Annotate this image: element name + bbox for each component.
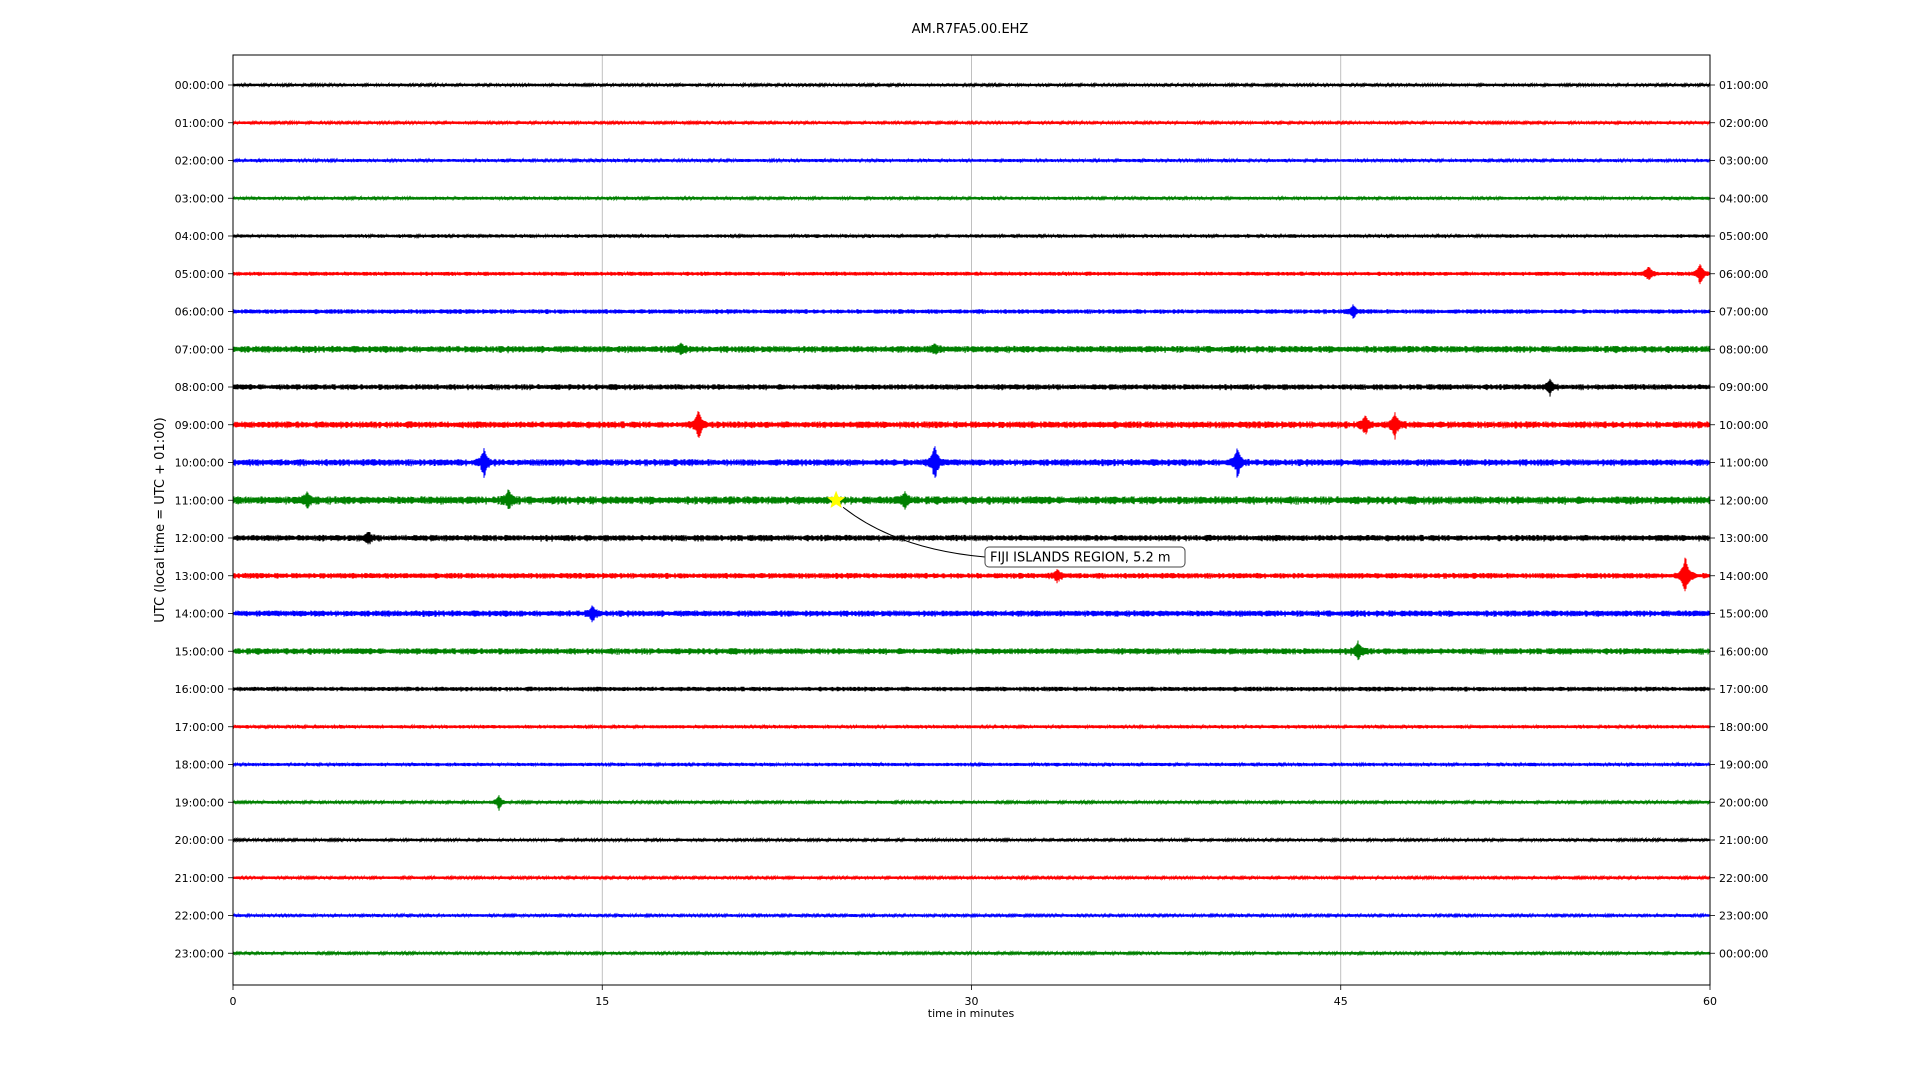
left-tick-label-6: 06:00:00 xyxy=(175,306,224,319)
right-tick-label-13: 14:00:00 xyxy=(1719,570,1768,583)
right-tick-label-19: 20:00:00 xyxy=(1719,796,1768,809)
event-star-icon xyxy=(826,490,846,509)
left-tick-label-2: 02:00:00 xyxy=(175,155,224,168)
right-tick-label-0: 01:00:00 xyxy=(1719,79,1768,92)
left-tick-label-5: 05:00:00 xyxy=(175,268,224,281)
right-tick-label-8: 09:00:00 xyxy=(1719,381,1768,394)
right-tick-label-6: 07:00:00 xyxy=(1719,306,1768,319)
bottom-minute-axis: 0 15 30 45 60 xyxy=(230,985,1717,1008)
left-tick-label-18: 18:00:00 xyxy=(175,759,224,772)
chart-title: AM.R7FA5.00.EHZ xyxy=(912,22,1029,37)
right-tick-label-5: 06:00:00 xyxy=(1719,268,1768,281)
left-tick-label-13: 13:00:00 xyxy=(175,570,224,583)
right-tick-label-11: 12:00:00 xyxy=(1719,494,1768,507)
left-tick-label-22: 22:00:00 xyxy=(175,910,224,923)
right-tick-label-16: 17:00:00 xyxy=(1719,683,1768,696)
left-tick-label-4: 04:00:00 xyxy=(175,230,224,243)
left-tick-label-17: 17:00:00 xyxy=(175,721,224,734)
right-tick-label-23: 00:00:00 xyxy=(1719,947,1768,960)
helicorder-plot: AM.R7FA5.00.EHZ FIJI ISLANDS REGION, 5.2… xyxy=(153,22,1768,1020)
right-tick-label-7: 08:00:00 xyxy=(1719,343,1768,356)
right-tick-label-20: 21:00:00 xyxy=(1719,834,1768,847)
left-tick-label-21: 21:00:00 xyxy=(175,872,224,885)
x-axis-label: time in minutes xyxy=(928,1007,1015,1020)
right-tick-label-22: 23:00:00 xyxy=(1719,910,1768,923)
right-tick-label-1: 02:00:00 xyxy=(1719,117,1768,130)
vertical-grid xyxy=(601,55,1342,985)
y-axis-label: UTC (local time = UTC + 01:00) xyxy=(153,417,168,622)
left-tick-label-8: 08:00:00 xyxy=(175,381,224,394)
left-tick-label-14: 14:00:00 xyxy=(175,608,224,621)
right-time-axis: 01:00:00 02:00:00 03:00:00 04:00:00 05:00:00… xyxy=(1710,79,1768,960)
right-tick-label-17: 18:00:00 xyxy=(1719,721,1768,734)
left-tick-label-15: 15:00:00 xyxy=(175,645,224,658)
right-tick-label-21: 22:00:00 xyxy=(1719,872,1768,885)
x-tick-label-0: 0 xyxy=(230,995,237,1008)
left-tick-label-23: 23:00:00 xyxy=(175,947,224,960)
right-tick-label-10: 11:00:00 xyxy=(1719,457,1768,470)
left-tick-label-1: 01:00:00 xyxy=(175,117,224,130)
left-tick-label-16: 16:00:00 xyxy=(175,683,224,696)
annotation-label: FIJI ISLANDS REGION, 5.2 m xyxy=(990,551,1171,566)
x-tick-label-45: 45 xyxy=(1334,995,1348,1008)
right-tick-label-12: 13:00:00 xyxy=(1719,532,1768,545)
left-tick-label-0: 00:00:00 xyxy=(175,79,224,92)
left-tick-label-10: 10:00:00 xyxy=(175,457,224,470)
right-tick-label-9: 10:00:00 xyxy=(1719,419,1768,432)
left-tick-label-7: 07:00:00 xyxy=(175,343,224,356)
helicorder-figure: AM.R7FA5.00.EHZ FIJI ISLANDS REGION, 5.2… xyxy=(0,0,1920,1080)
right-tick-label-4: 05:00:00 xyxy=(1719,230,1768,243)
x-tick-label-60: 60 xyxy=(1703,995,1717,1008)
x-tick-label-15: 15 xyxy=(595,995,609,1008)
right-tick-label-15: 16:00:00 xyxy=(1719,645,1768,658)
left-tick-label-11: 11:00:00 xyxy=(175,494,224,507)
right-tick-label-18: 19:00:00 xyxy=(1719,759,1768,772)
right-tick-label-14: 15:00:00 xyxy=(1719,608,1768,621)
right-tick-label-2: 03:00:00 xyxy=(1719,155,1768,168)
annotation-leader-line xyxy=(842,506,986,558)
left-time-axis: 00:00:00 01:00:00 02:00:00 03:00:00 04:00:00… xyxy=(175,79,233,960)
left-tick-label-19: 19:00:00 xyxy=(175,796,224,809)
left-tick-label-20: 20:00:00 xyxy=(175,834,224,847)
left-tick-label-3: 03:00:00 xyxy=(175,192,224,205)
left-tick-label-9: 09:00:00 xyxy=(175,419,224,432)
right-tick-label-3: 04:00:00 xyxy=(1719,192,1768,205)
left-tick-label-12: 12:00:00 xyxy=(175,532,224,545)
